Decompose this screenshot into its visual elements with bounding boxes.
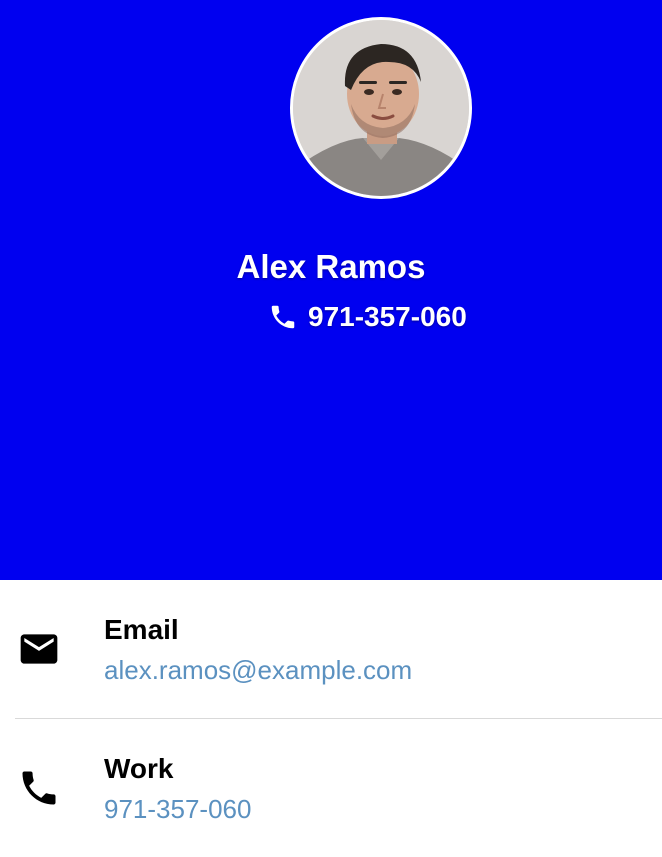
profile-name: Alex Ramos	[236, 248, 426, 285]
profile-phone[interactable]: 971-357-060	[268, 299, 467, 335]
contact-label-work: Work	[104, 753, 174, 784]
contact-label-email: Email	[104, 614, 179, 645]
mail-icon	[17, 627, 61, 671]
profile-header: Alex Ramos 971-357-060	[0, 0, 662, 580]
contact-value-email[interactable]: alex.ramos@example.com	[104, 654, 412, 686]
contact-value-work[interactable]: 971-357-060	[104, 793, 251, 825]
phone-icon	[17, 766, 61, 810]
avatar[interactable]	[290, 17, 472, 199]
contact-row-work[interactable]: Work 971-357-060	[0, 719, 662, 857]
phone-icon	[268, 302, 298, 332]
avatar-photo	[293, 20, 469, 196]
contact-row-email[interactable]: Email alex.ramos@example.com	[0, 580, 662, 718]
profile-phone-text: 971-357-060	[308, 301, 467, 332]
